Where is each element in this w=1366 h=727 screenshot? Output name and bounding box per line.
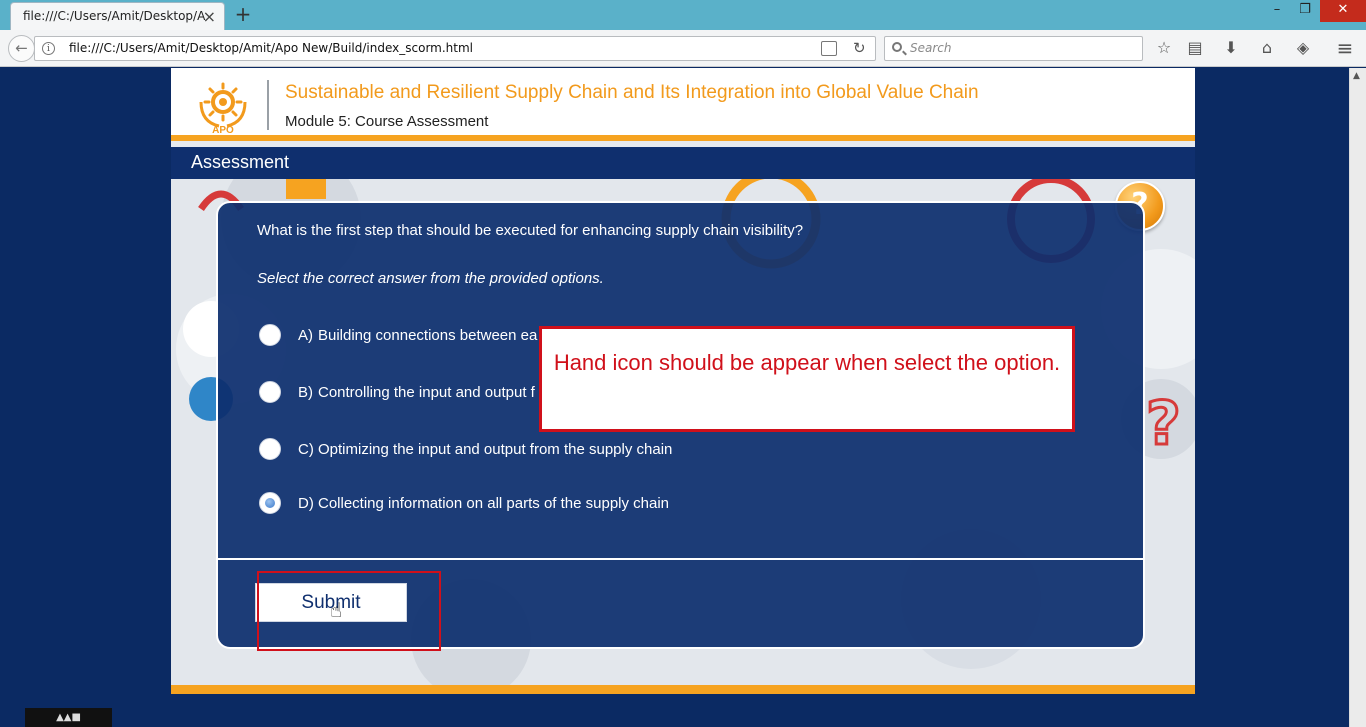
close-window-icon[interactable]: ✕: [1320, 0, 1366, 22]
back-arrow-icon[interactable]: ←: [8, 35, 35, 62]
radio-a[interactable]: [259, 324, 281, 346]
section-title: Assessment: [191, 152, 290, 172]
url-bar[interactable]: i file:///C:/Users/Amit/Desktop/Amit/Apo…: [34, 36, 876, 61]
option-letter: A): [298, 327, 313, 344]
option-text[interactable]: Collecting information on all parts of t…: [318, 495, 669, 512]
option-letter: D): [298, 495, 314, 512]
scroll-up-icon[interactable]: ▲: [1353, 71, 1360, 81]
bookmark-star-icon[interactable]: ☆: [1153, 38, 1175, 60]
reload-icon[interactable]: ↻: [853, 39, 866, 57]
option-text[interactable]: Controlling the input and output f: [318, 384, 535, 401]
option-letter: C): [298, 441, 314, 458]
info-icon[interactable]: i: [42, 42, 55, 55]
radio-d[interactable]: [259, 492, 281, 514]
option-d[interactable]: D) Collecting information on all parts o…: [259, 491, 959, 517]
new-tab-button[interactable]: +: [233, 3, 253, 27]
module-title: Module 5: Course Assessment: [285, 113, 489, 130]
search-icon: [892, 42, 902, 52]
tab-bar: file:///C:/Users/Amit/Desktop/A × + – ❐ …: [0, 0, 1366, 30]
pocket-icon[interactable]: ◈: [1292, 38, 1314, 60]
course-header: APO Sustainable and Resilient Supply Cha…: [171, 68, 1195, 141]
menu-icon[interactable]: ≡: [1334, 38, 1356, 60]
option-c[interactable]: C) Optimizing the input and output from …: [259, 437, 959, 463]
logo-text: APO: [212, 125, 234, 134]
download-icon[interactable]: ⬇: [1220, 38, 1242, 60]
url-text[interactable]: file:///C:/Users/Amit/Desktop/Amit/Apo N…: [69, 41, 473, 55]
reader-view-icon[interactable]: [821, 41, 837, 56]
apo-logo: APO: [199, 82, 247, 134]
vertical-scrollbar[interactable]: ▲: [1349, 68, 1366, 727]
section-bar: Assessment: [171, 147, 1195, 179]
option-text[interactable]: Building connections between ea: [318, 327, 537, 344]
option-letter: B): [298, 384, 313, 401]
browser-tab[interactable]: file:///C:/Users/Amit/Desktop/A ×: [10, 2, 225, 30]
home-icon[interactable]: ⌂: [1256, 38, 1278, 60]
annotation-text: Hand icon should be appear when select t…: [553, 350, 1061, 375]
navigation-bar: ← i file:///C:/Users/Amit/Desktop/Amit/A…: [0, 30, 1366, 67]
search-input[interactable]: Search: [884, 36, 1143, 61]
option-text[interactable]: Optimizing the input and output from the…: [318, 441, 672, 458]
card-divider: [218, 558, 1143, 560]
header-divider: [267, 80, 269, 130]
course-footer-bar: [171, 685, 1195, 694]
library-icon[interactable]: ▤: [1184, 38, 1206, 60]
submit-highlight-box: [257, 571, 441, 651]
taskbar-widget: ▲▲■: [25, 708, 112, 727]
close-tab-icon[interactable]: ×: [203, 3, 216, 30]
svg-text:?: ?: [1146, 389, 1181, 459]
restore-icon[interactable]: ❐: [1290, 0, 1320, 22]
instruction-text: Select the correct answer from the provi…: [257, 270, 604, 287]
minimize-icon[interactable]: –: [1262, 0, 1292, 22]
radio-c[interactable]: [259, 438, 281, 460]
course-title: Sustainable and Resilient Supply Chain a…: [285, 82, 979, 103]
question-text: What is the first step that should be ex…: [257, 222, 804, 239]
search-placeholder: Search: [910, 41, 952, 55]
radio-b[interactable]: [259, 381, 281, 403]
tab-title: file:///C:/Users/Amit/Desktop/A: [23, 9, 206, 23]
annotation-callout: Hand icon should be appear when select t…: [539, 326, 1075, 432]
